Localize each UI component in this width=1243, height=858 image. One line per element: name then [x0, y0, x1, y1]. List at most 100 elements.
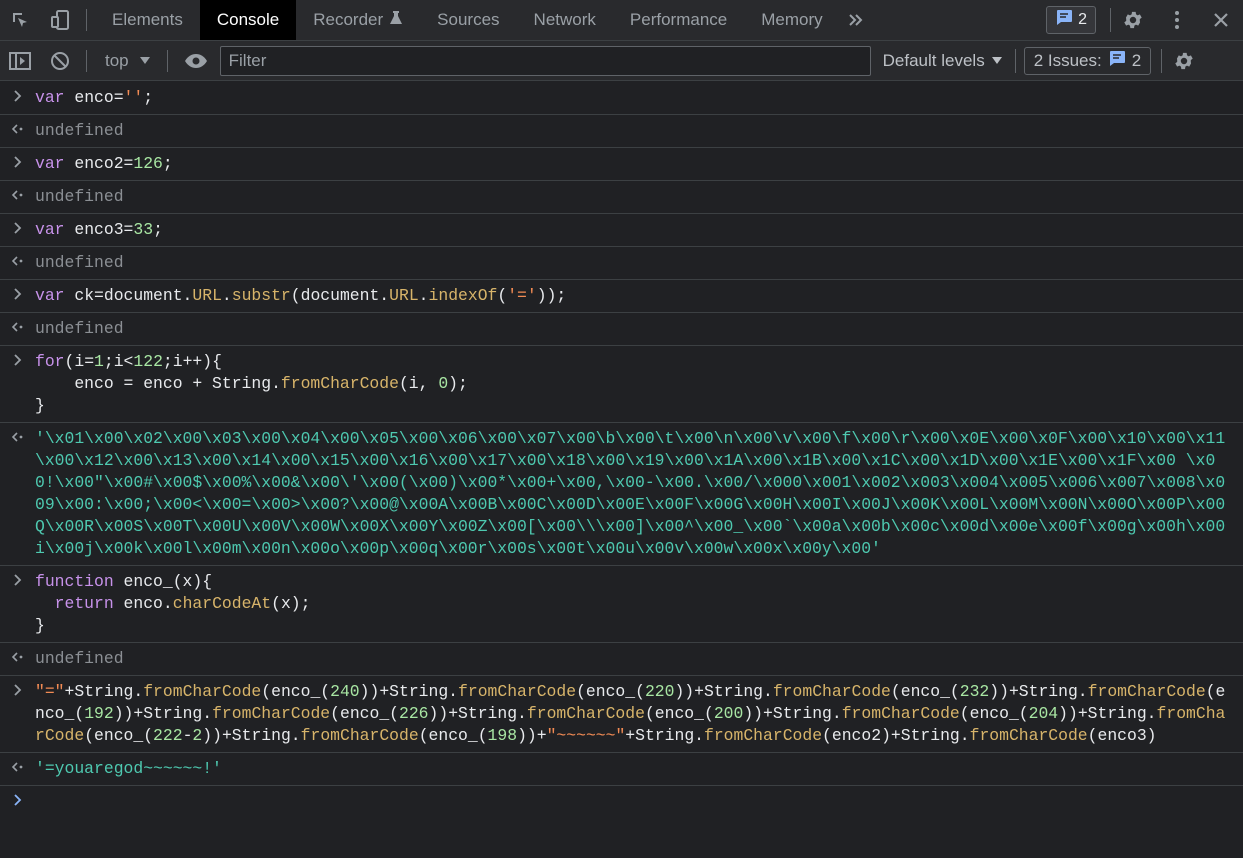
- code-line: var enco2=126;: [35, 153, 1231, 175]
- messages-badge[interactable]: 2: [1046, 6, 1096, 34]
- code-text: ;: [143, 88, 154, 107]
- tab-elements[interactable]: Elements: [95, 0, 200, 40]
- tab-performance-label: Performance: [629, 10, 728, 29]
- context-label: top: [105, 50, 129, 70]
- device-toolbar-icon[interactable]: [40, 0, 80, 40]
- keyword: for: [35, 352, 65, 371]
- filter-input[interactable]: [228, 50, 862, 71]
- console-input[interactable]: function enco_(x){ return enco.charCodeA…: [0, 566, 1243, 643]
- tab-memory[interactable]: Memory: [744, 0, 839, 40]
- code-line: return enco.charCodeAt(x);: [35, 593, 1231, 615]
- console-prompt[interactable]: [0, 786, 1243, 816]
- tab-performance[interactable]: Performance: [613, 0, 744, 40]
- code-text: ;: [162, 154, 173, 173]
- number-literal: 232: [959, 682, 990, 701]
- code-text: enco=: [64, 88, 124, 107]
- code-text: .: [418, 286, 429, 305]
- result-value: undefined: [35, 319, 124, 338]
- code-line: var ck=document.URL.substr(document.URL.…: [35, 285, 1231, 307]
- inspect-element-icon[interactable]: [0, 0, 40, 40]
- messages-count: 2: [1078, 11, 1087, 28]
- code-text: (enco_(: [84, 726, 154, 745]
- message-icon: [1108, 50, 1126, 72]
- more-tabs-icon[interactable]: [840, 0, 872, 40]
- toolbar-separator: [166, 49, 168, 72]
- result-string: '=youaregod~~~~~~!': [35, 759, 222, 778]
- return-arrow-icon: [10, 429, 26, 445]
- console-input[interactable]: var enco='';: [0, 82, 1243, 115]
- tab-sources[interactable]: Sources: [420, 0, 516, 40]
- tab-recorder[interactable]: Recorder: [296, 0, 420, 40]
- tab-console-label: Console: [216, 10, 280, 29]
- code-text: )): [1058, 704, 1078, 723]
- code-line: var enco='';: [35, 87, 1231, 109]
- string-literal: '': [123, 88, 144, 107]
- console-result: undefined: [0, 115, 1243, 148]
- number-literal: 192: [84, 704, 114, 723]
- return-arrow-icon: [10, 319, 26, 335]
- number-literal: 1: [94, 352, 104, 371]
- context-selector[interactable]: top: [95, 51, 161, 71]
- code-line: var enco3=33;: [35, 219, 1231, 241]
- chevron-right-icon: [10, 88, 26, 104]
- method-name: fromCharCode: [704, 726, 823, 745]
- keyword: function: [35, 572, 114, 591]
- log-levels-dropdown[interactable]: Default levels: [871, 51, 1015, 71]
- more-options-icon[interactable]: [1155, 0, 1199, 40]
- result-value: undefined: [35, 253, 124, 272]
- console-result: undefined: [0, 181, 1243, 214]
- return-arrow-icon: [10, 649, 26, 665]
- method-name: fromCharCode: [212, 704, 331, 723]
- method-name: fromCharCode: [1087, 682, 1206, 701]
- issues-count: 2: [1131, 50, 1142, 70]
- live-expression-eye-icon[interactable]: [176, 41, 216, 81]
- clear-console-icon[interactable]: [40, 41, 80, 81]
- method-name: fromCharCode: [458, 682, 577, 701]
- code-text: )): [674, 682, 695, 701]
- code-text: )): [428, 704, 449, 723]
- chevron-right-icon: [10, 352, 26, 368]
- code-text: +String.: [890, 726, 970, 745]
- tab-console[interactable]: Console: [199, 0, 297, 40]
- code-text: ;i++){: [162, 352, 222, 371]
- method-name: fromCharCode: [280, 374, 399, 393]
- console-settings-gear-icon[interactable]: [1162, 41, 1206, 81]
- chevron-right-icon: [10, 682, 26, 698]
- code-text: +String.: [763, 704, 842, 723]
- console-result: undefined: [0, 313, 1243, 346]
- keyword: var: [35, 220, 65, 239]
- issues-button[interactable]: 2 Issues: 2: [1023, 46, 1152, 75]
- number-literal: 33: [133, 220, 154, 239]
- number-literal: 222: [153, 726, 183, 745]
- code-text: )): [113, 704, 134, 723]
- show-sidebar-icon[interactable]: [0, 41, 40, 81]
- console-toolbar: top Default levels 2 Issues: 2: [0, 41, 1243, 81]
- console-input[interactable]: var ck=document.URL.substr(document.URL.…: [0, 280, 1243, 313]
- return-arrow-icon: [10, 759, 26, 775]
- code-text: +String.: [1008, 682, 1088, 701]
- code-text: (enco_(: [959, 704, 1029, 723]
- tab-recorder-label: Recorder: [313, 10, 384, 29]
- tab-network[interactable]: Network: [517, 0, 613, 40]
- method-name: substr: [231, 286, 291, 305]
- code-text: (i,: [398, 374, 439, 393]
- console-input[interactable]: var enco2=126;: [0, 148, 1243, 181]
- code-text: +String.: [1077, 704, 1157, 723]
- filter-field[interactable]: [219, 45, 871, 76]
- code-text: enco3=: [64, 220, 134, 239]
- result-string: '\x01\x00\x02\x00\x03\x00\x04\x00\x05\x0…: [35, 429, 1226, 558]
- console-input[interactable]: var enco3=33;: [0, 214, 1243, 247]
- settings-gear-icon[interactable]: [1111, 0, 1155, 40]
- console-input[interactable]: "="+String.fromCharCode(enco_(240))+Stri…: [0, 676, 1243, 753]
- method-name: fromCharCode: [143, 682, 262, 701]
- close-icon[interactable]: [1199, 0, 1243, 40]
- code-text: +String.: [379, 682, 459, 701]
- code-text: (enco2): [822, 726, 891, 745]
- code-text: +String.: [221, 726, 301, 745]
- console-messages[interactable]: var enco=''; undefined var enco2=126; un…: [0, 82, 1243, 858]
- code-text: )): [359, 682, 380, 701]
- tab-memory-label: Memory: [761, 10, 823, 29]
- console-input[interactable]: for(i=1;i<122;i++){ enco = enco + String…: [0, 346, 1243, 423]
- code-text: (enco_(: [890, 682, 960, 701]
- code-line: "="+String.fromCharCode(enco_(240))+Stri…: [35, 681, 1231, 747]
